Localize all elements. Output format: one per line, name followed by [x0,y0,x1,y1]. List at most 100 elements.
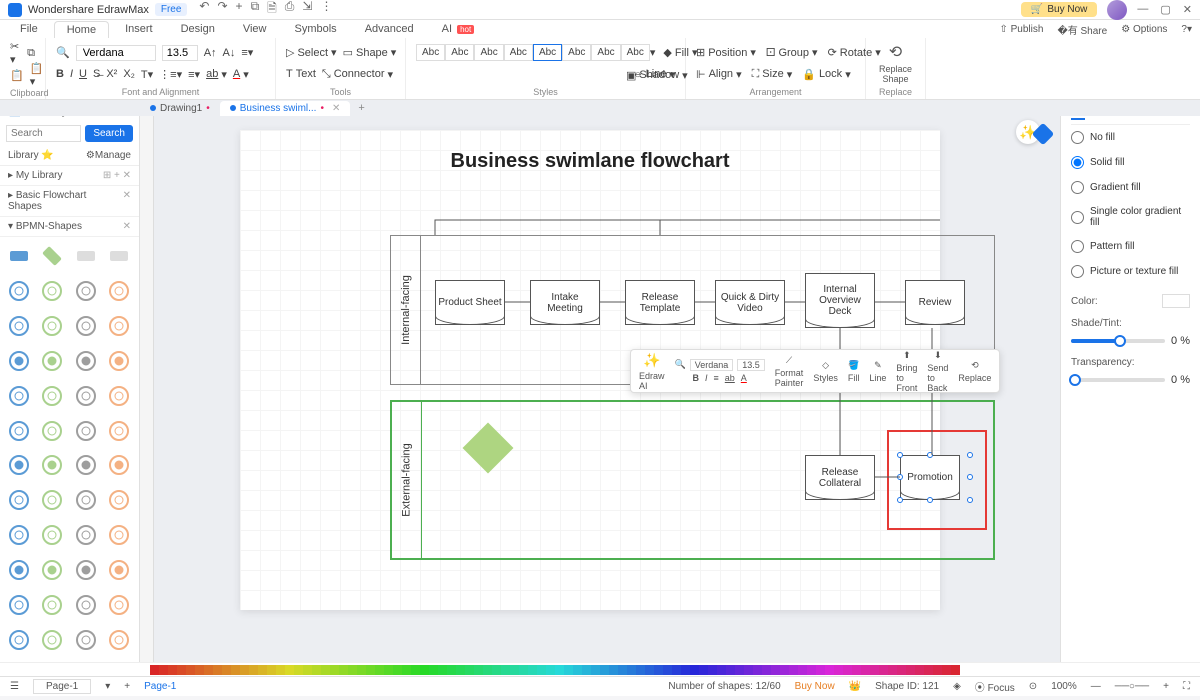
color-swatch-item[interactable] [474,665,483,675]
palette-shape[interactable] [75,385,97,407]
color-swatch-item[interactable] [321,665,330,675]
shape-search-button[interactable]: Search [85,125,133,142]
color-swatch-item[interactable] [744,665,753,675]
grow-font-icon[interactable]: A↑ [204,47,217,59]
more-icon[interactable]: ⋮ [320,0,332,20]
palette-shape[interactable] [8,350,30,372]
sub-icon[interactable]: X₂ [123,68,135,80]
float-styles[interactable]: ◇Styles [813,360,838,383]
menu-design[interactable]: Design [169,21,227,37]
color-swatch-item[interactable] [429,665,438,675]
color-swatch-item[interactable] [915,665,924,675]
float-color-icon[interactable]: A [741,373,747,383]
color-swatch-item[interactable] [717,665,726,675]
color-swatch-item[interactable] [222,665,231,675]
color-swatch-item[interactable] [591,665,600,675]
float-send-back[interactable]: ⬇Send to Back [927,350,948,393]
page-tab[interactable]: Page-1 [33,679,91,694]
save-icon[interactable]: 🗎 [267,0,277,20]
color-swatch-item[interactable] [654,665,663,675]
palette-shape[interactable] [108,420,130,442]
tab-close-icon[interactable]: ✕ [332,103,340,114]
color-swatch-item[interactable] [780,665,789,675]
color-swatch-item[interactable] [510,665,519,675]
palette-shape[interactable] [75,315,97,337]
palette-shape[interactable] [8,489,30,511]
float-bold-icon[interactable]: B [693,373,700,383]
user-avatar[interactable] [1107,0,1127,20]
palette-shape[interactable] [75,559,97,581]
fill-pattern-radio[interactable] [1071,240,1084,253]
share-button[interactable]: �有 Share [1057,22,1107,37]
color-swatch-item[interactable] [843,665,852,675]
palette-shape[interactable] [41,350,63,372]
shape-release-collateral[interactable]: Release Collateral [805,455,875,500]
palette-shape[interactable] [8,385,30,407]
color-swatch-item[interactable] [735,665,744,675]
palette-shape[interactable] [108,489,130,511]
color-swatch-item[interactable] [681,665,690,675]
paste-icon[interactable]: 📋 [10,69,24,82]
palette-shape[interactable] [8,454,30,476]
palette-shape[interactable] [108,385,130,407]
publish-button[interactable]: ⇧ Publish [999,24,1043,35]
shape-product-sheet[interactable]: Product Sheet [435,280,505,325]
menu-ai[interactable]: AI hot [430,21,487,37]
cut-icon[interactable]: ✂▾ [10,40,21,66]
palette-shape[interactable] [41,245,63,267]
page-dd-icon[interactable]: ▾ [105,681,110,692]
color-swatch-item[interactable] [465,665,474,675]
color-swatch-item[interactable] [798,665,807,675]
color-swatch-item[interactable] [627,665,636,675]
color-swatch-item[interactable] [204,665,213,675]
color-swatch-item[interactable] [834,665,843,675]
palette-shape[interactable] [41,594,63,616]
color-swatch-item[interactable] [411,665,420,675]
list-icon[interactable]: ⋮≡▾ [159,68,182,81]
fill-gradient-radio[interactable] [1071,181,1084,194]
maximize-icon[interactable]: ▢ [1160,3,1170,16]
palette-shape[interactable] [8,420,30,442]
color-swatch-item[interactable] [753,665,762,675]
shape-button[interactable]: ▭ Shape▾ [343,46,397,59]
copy-icon[interactable]: ⧉ [27,47,35,60]
style-preset-3[interactable]: Abc [474,44,503,61]
palette-shape[interactable] [8,629,30,651]
lock-button[interactable]: 🔒 Lock▾ [802,68,850,81]
palette-shape[interactable] [41,454,63,476]
palette-shape[interactable] [75,350,97,372]
color-swatch-item[interactable] [420,665,429,675]
select-button[interactable]: ▷ Select▾ [286,46,337,59]
font-select[interactable] [76,45,156,61]
color-swatch-item[interactable] [177,665,186,675]
color-swatch-item[interactable] [852,665,861,675]
color-swatch-item[interactable] [402,665,411,675]
color-swatch-item[interactable] [393,665,402,675]
palette-shape[interactable] [108,524,130,546]
menu-view[interactable]: View [231,21,279,37]
palette-shape[interactable] [41,629,63,651]
fullscreen-icon[interactable]: ⛶ [1183,681,1190,692]
zoom-out-icon[interactable]: — [1091,681,1101,692]
menu-advanced[interactable]: Advanced [353,21,426,37]
options-button[interactable]: ⚙ Options [1121,24,1167,35]
size-button[interactable]: ⛶ Size▾ [752,68,793,81]
color-swatch-item[interactable] [609,665,618,675]
float-replace[interactable]: ⟲Replace [958,360,991,383]
shape-review[interactable]: Review [905,280,965,325]
color-swatch-item[interactable] [186,665,195,675]
color-swatch-item[interactable] [672,665,681,675]
layers-icon[interactable]: ◈ [953,681,961,692]
align-button[interactable]: ⊩ Align▾ [696,68,742,81]
edraw-ai-button[interactable]: Edraw AI [639,371,665,391]
palette-shape[interactable] [108,350,130,372]
color-swatch-item[interactable] [933,665,942,675]
palette-shape[interactable] [41,489,63,511]
fill-picture-radio[interactable] [1071,265,1084,278]
bold-icon[interactable]: B [56,68,64,80]
add-page-icon[interactable]: + [124,681,130,692]
color-swatch-item[interactable] [195,665,204,675]
shape-intake-meeting[interactable]: Intake Meeting [530,280,600,325]
palette-shape[interactable] [108,594,130,616]
palette-shape[interactable] [41,385,63,407]
